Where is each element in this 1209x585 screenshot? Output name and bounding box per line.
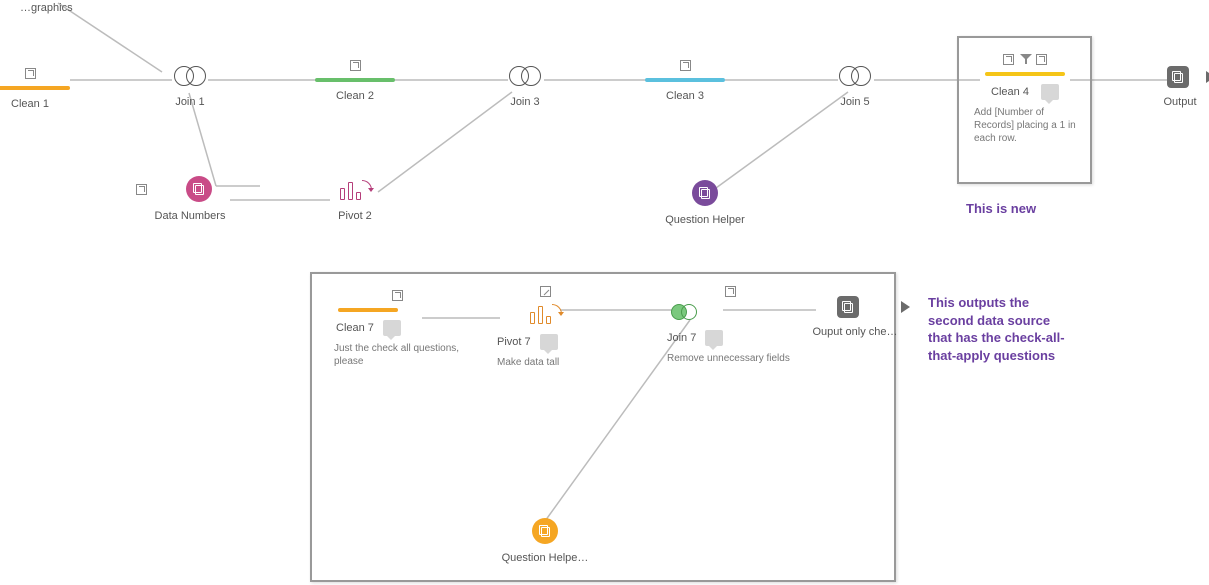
node-join1[interactable]: Join 1 xyxy=(135,66,245,108)
note-icon[interactable] xyxy=(1041,84,1059,100)
node-question-helper[interactable]: Question Helper xyxy=(650,180,760,226)
clean2-label: Clean 2 xyxy=(300,90,410,102)
join7-label: Join 7 xyxy=(667,332,696,344)
clean-bar-icon xyxy=(315,78,395,82)
op-out-icon xyxy=(680,60,691,71)
node-pivot2[interactable]: Pivot 2 xyxy=(300,180,410,222)
annotation-new: This is new xyxy=(966,200,1036,218)
edit-icon xyxy=(540,286,551,297)
join-icon xyxy=(172,66,208,88)
data-source-icon xyxy=(692,180,718,206)
op-out-icon xyxy=(1003,54,1014,65)
join1-label: Join 1 xyxy=(135,96,245,108)
output-only-label: Ouput only che… xyxy=(800,326,910,338)
pivot2-label: Pivot 2 xyxy=(300,210,410,222)
pivot-icon xyxy=(338,180,372,202)
node-clean4[interactable]: Clean 4 Add [Number of Records] placing … xyxy=(970,54,1080,145)
join-icon xyxy=(837,66,873,88)
node-pivot7[interactable]: Pivot 7 Make data tall xyxy=(485,286,605,369)
data-numbers-label: Data Numbers xyxy=(135,210,245,222)
node-join7[interactable]: Join 7 Remove unnecessary fields xyxy=(655,286,805,365)
question-helper-label: Question Helper xyxy=(650,214,760,226)
data-source-icon xyxy=(532,518,558,544)
filter-icon xyxy=(1020,54,1031,65)
note-icon[interactable] xyxy=(383,320,401,336)
annotation-second-output: This outputs the second data source that… xyxy=(928,294,1068,364)
note-icon[interactable] xyxy=(540,334,558,350)
node-output[interactable]: Output xyxy=(1155,66,1209,108)
node-join5[interactable]: Join 5 xyxy=(800,66,910,108)
output-label: Output xyxy=(1145,96,1209,108)
pivot-icon xyxy=(528,304,562,326)
clean-bar-icon xyxy=(0,86,70,90)
clean7-label: Clean 7 xyxy=(336,322,374,334)
pivot7-desc: Make data tall xyxy=(485,356,605,369)
question-helper-2-label: Question Helpe… xyxy=(480,552,610,564)
clean3-label: Clean 3 xyxy=(630,90,740,102)
play-icon[interactable] xyxy=(901,301,910,313)
node-clean3[interactable]: Clean 3 xyxy=(630,60,740,102)
join-icon xyxy=(507,66,543,88)
op-out-icon xyxy=(350,60,361,71)
join3-label: Join 3 xyxy=(470,96,580,108)
node-join3[interactable]: Join 3 xyxy=(470,66,580,108)
op-out-icon xyxy=(1036,54,1047,65)
join5-label: Join 5 xyxy=(800,96,910,108)
node-clean1[interactable]: Clean 1 xyxy=(0,68,70,110)
partial-node-label: …graphics xyxy=(20,2,100,14)
op-out-icon xyxy=(25,68,36,79)
node-data-numbers[interactable]: Data Numbers xyxy=(135,176,245,222)
data-source-icon xyxy=(186,176,212,202)
output-box-icon xyxy=(837,296,859,318)
clean4-desc: Add [Number of Records] placing a 1 in e… xyxy=(970,106,1080,145)
op-out-icon xyxy=(725,286,736,297)
pivot7-label: Pivot 7 xyxy=(497,336,531,348)
clean-bar-icon xyxy=(985,72,1065,76)
clean1-label: Clean 1 xyxy=(0,98,70,110)
op-out-icon xyxy=(392,290,403,301)
clean7-desc: Just the check all questions, please xyxy=(330,342,465,368)
clean-bar-icon xyxy=(338,308,398,312)
output-box-icon xyxy=(1167,66,1189,88)
node-clean2[interactable]: Clean 2 xyxy=(300,60,410,102)
join-icon xyxy=(669,304,699,322)
node-clean7[interactable]: Clean 7 Just the check all questions, pl… xyxy=(330,290,465,368)
note-icon[interactable] xyxy=(705,330,723,346)
join7-desc: Remove unnecessary fields xyxy=(655,352,805,365)
node-output-only[interactable]: Ouput only che… xyxy=(800,296,910,338)
clean-bar-icon xyxy=(645,78,725,82)
clean4-label: Clean 4 xyxy=(991,86,1029,98)
op-out-icon xyxy=(136,184,147,195)
node-question-helper-2[interactable]: Question Helpe… xyxy=(480,518,610,564)
